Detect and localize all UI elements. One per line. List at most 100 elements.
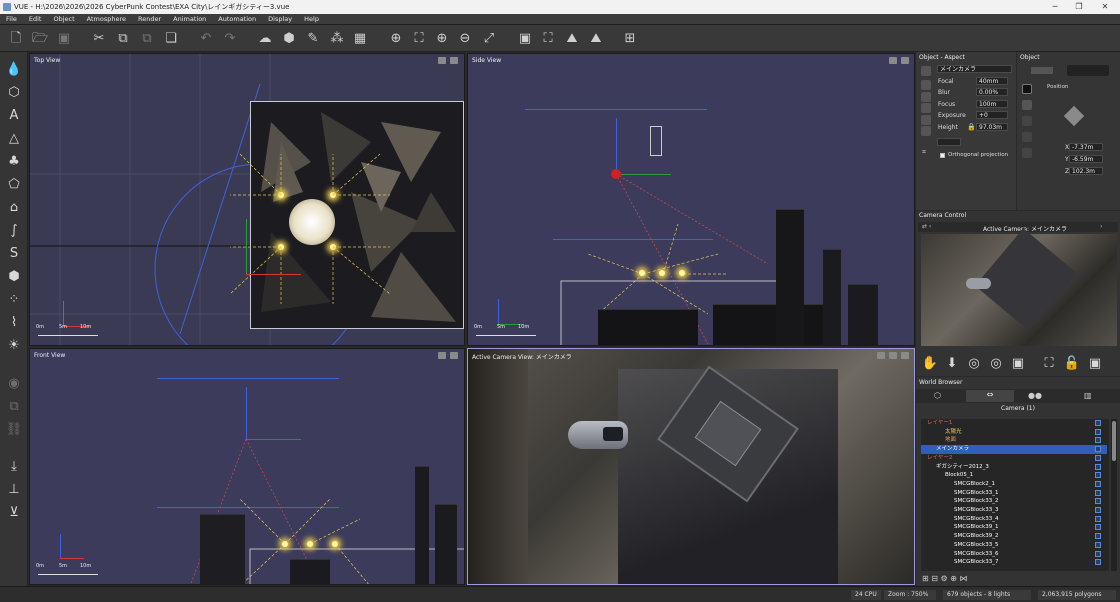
sun-front-1[interactable] — [282, 541, 288, 547]
maximize-icon[interactable]: ❐ — [1068, 0, 1090, 14]
tree-item[interactable]: SMCGBlock33_1 — [921, 489, 1107, 498]
undo-icon[interactable]: ↶ — [196, 29, 216, 48]
tree-item[interactable]: SMCGBlock2_1 — [921, 480, 1107, 489]
camera-swap-icon[interactable]: ⇄ ‹ — [922, 223, 931, 230]
browser-tools-icon[interactable]: ⊞ ⊟ ⚙ ⊕ ⋈ — [922, 574, 967, 583]
height-input[interactable]: 97.03m — [976, 123, 1008, 131]
visibility-checkbox[interactable] — [1095, 489, 1101, 496]
boolean-icon[interactable]: ⧉ — [4, 397, 24, 417]
y-axis-gizmo[interactable] — [616, 174, 671, 175]
tree-item[interactable]: レイヤー2 — [921, 454, 1107, 463]
position-icon[interactable] — [1022, 84, 1032, 94]
redo-icon[interactable]: ↷ — [220, 29, 240, 48]
z-axis-gizmo[interactable] — [616, 118, 617, 174]
pyramid-icon[interactable]: △ — [4, 129, 24, 149]
tree-item[interactable]: 太陽光 — [921, 428, 1107, 437]
feather-icon[interactable]: ⌇ — [4, 313, 24, 333]
ortho-checkbox[interactable] — [940, 153, 945, 158]
viewport-menu-icon[interactable] — [889, 352, 897, 359]
x-input[interactable]: -7.37m — [1069, 143, 1103, 151]
cut-icon[interactable]: ✂ — [89, 29, 109, 48]
menu-edit[interactable]: Edit — [23, 14, 48, 25]
rotate-icon[interactable]: ◎ — [964, 354, 984, 374]
tree-item[interactable]: SMCGBlock39_1 — [921, 523, 1107, 532]
tree-item[interactable]: SMCGBlock33_2 — [921, 497, 1107, 506]
tree-item[interactable]: SMCGBlock33_7 — [921, 558, 1107, 567]
links-tab-icon[interactable]: ⇔ — [966, 390, 1014, 402]
x-axis-gizmo[interactable] — [246, 439, 301, 440]
sun-front-3[interactable] — [332, 541, 338, 547]
snapshot-icon[interactable]: ▣ — [1008, 354, 1028, 374]
layout-icon[interactable]: ⊞ — [620, 29, 640, 48]
scrollbar-thumb[interactable] — [1112, 421, 1116, 461]
position-gizmo-icon[interactable] — [1063, 105, 1085, 127]
film-icon[interactable]: ▦ — [350, 29, 370, 48]
camera-select[interactable]: メインカメラ — [937, 65, 1012, 73]
viewport-lock-icon[interactable] — [901, 352, 909, 359]
exposure-input[interactable]: +0 — [976, 111, 1008, 119]
size-icon[interactable] — [1022, 116, 1032, 126]
object-tab-1[interactable] — [1031, 67, 1053, 74]
snap-icon[interactable]: ⊻ — [4, 503, 24, 523]
render-area-icon[interactable]: ▣ — [515, 29, 535, 48]
object-tab-2[interactable] — [1067, 65, 1109, 76]
drop-object-icon[interactable]: ⤓ — [4, 457, 24, 477]
visibility-checkbox[interactable] — [1095, 515, 1101, 522]
zoom-out-icon[interactable]: ⊖ — [455, 29, 475, 48]
z-input[interactable]: 102.3m — [1069, 167, 1103, 175]
viewport-settings-icon[interactable] — [877, 352, 885, 359]
menu-animation[interactable]: Animation — [167, 14, 212, 25]
paint-icon[interactable]: ✎ — [303, 29, 323, 48]
frame-all-icon[interactable]: ⛶ — [1039, 354, 1059, 374]
x-axis-gizmo[interactable] — [246, 274, 301, 275]
menu-object[interactable]: Object — [47, 14, 80, 25]
viewport-menu-icon[interactable] — [901, 57, 909, 64]
paste-icon[interactable]: ⧉ — [137, 29, 157, 48]
cube-icon[interactable]: ⬡ — [4, 83, 24, 103]
menu-file[interactable]: File — [0, 14, 23, 25]
lock-icon[interactable]: 🔒 — [967, 123, 976, 131]
menu-render[interactable]: Render — [132, 14, 167, 25]
tree-item[interactable]: SMCGBlock39_2 — [921, 532, 1107, 541]
tree-item[interactable]: SMCGBlock33_6 — [921, 550, 1107, 559]
z-axis-gizmo[interactable] — [246, 387, 247, 439]
y-input[interactable]: -6.59m — [1069, 155, 1103, 163]
tree-scrollbar[interactable] — [1111, 419, 1117, 571]
group-icon[interactable]: ⁘ — [4, 290, 24, 310]
sun-light-side-1[interactable] — [639, 270, 645, 276]
library-tab-icon[interactable]: ▥ — [1084, 391, 1092, 400]
spline-icon[interactable]: ∫ — [4, 221, 24, 241]
camera-object[interactable] — [611, 169, 621, 179]
focal-input[interactable]: 40mm — [976, 77, 1008, 85]
visibility-checkbox[interactable] — [1095, 550, 1101, 557]
render-final-icon[interactable]: ⛰ — [586, 29, 606, 48]
move-down-icon[interactable]: ⬇ — [942, 354, 962, 374]
viewport-settings-icon[interactable] — [438, 57, 446, 64]
menu-display[interactable]: Display — [262, 14, 298, 25]
tree-item[interactable]: ギガシティー2012_3 — [921, 463, 1107, 472]
unlock-icon[interactable]: 🔓 — [1062, 354, 1082, 374]
objects-tab-icon[interactable]: ⬡ — [934, 391, 941, 400]
viewport-settings-icon[interactable] — [889, 57, 897, 64]
sun-front-2[interactable] — [307, 541, 313, 547]
frame-icon[interactable]: ⛶ — [409, 29, 429, 48]
tree-item[interactable]: レイヤー1 — [921, 419, 1107, 428]
duplicate-icon[interactable]: ❏ — [161, 29, 181, 48]
sun-light-side-2[interactable] — [659, 270, 665, 276]
visibility-checkbox[interactable] — [1095, 498, 1101, 505]
material-icon[interactable]: ⬢ — [279, 29, 299, 48]
globe-icon[interactable]: ⊕ — [386, 29, 406, 48]
materials-tab-icon[interactable]: ●● — [1028, 391, 1042, 400]
visibility-checkbox[interactable] — [1095, 507, 1101, 513]
text-icon[interactable]: A — [4, 106, 24, 126]
new-file-icon[interactable]: 🗋 — [6, 29, 26, 48]
box-icon[interactable]: ⬢ — [4, 267, 24, 287]
menu-help[interactable]: Help — [298, 14, 325, 25]
menu-atmosphere[interactable]: Atmosphere — [81, 14, 132, 25]
water-icon[interactable]: 💧 — [4, 60, 24, 80]
rotation-icon[interactable] — [1022, 100, 1032, 110]
plant-icon[interactable]: ♣ — [4, 152, 24, 172]
visibility-checkbox[interactable] — [1095, 524, 1101, 531]
rock-icon[interactable]: ⬠ — [4, 175, 24, 195]
close-icon[interactable]: ✕ — [1094, 0, 1116, 14]
